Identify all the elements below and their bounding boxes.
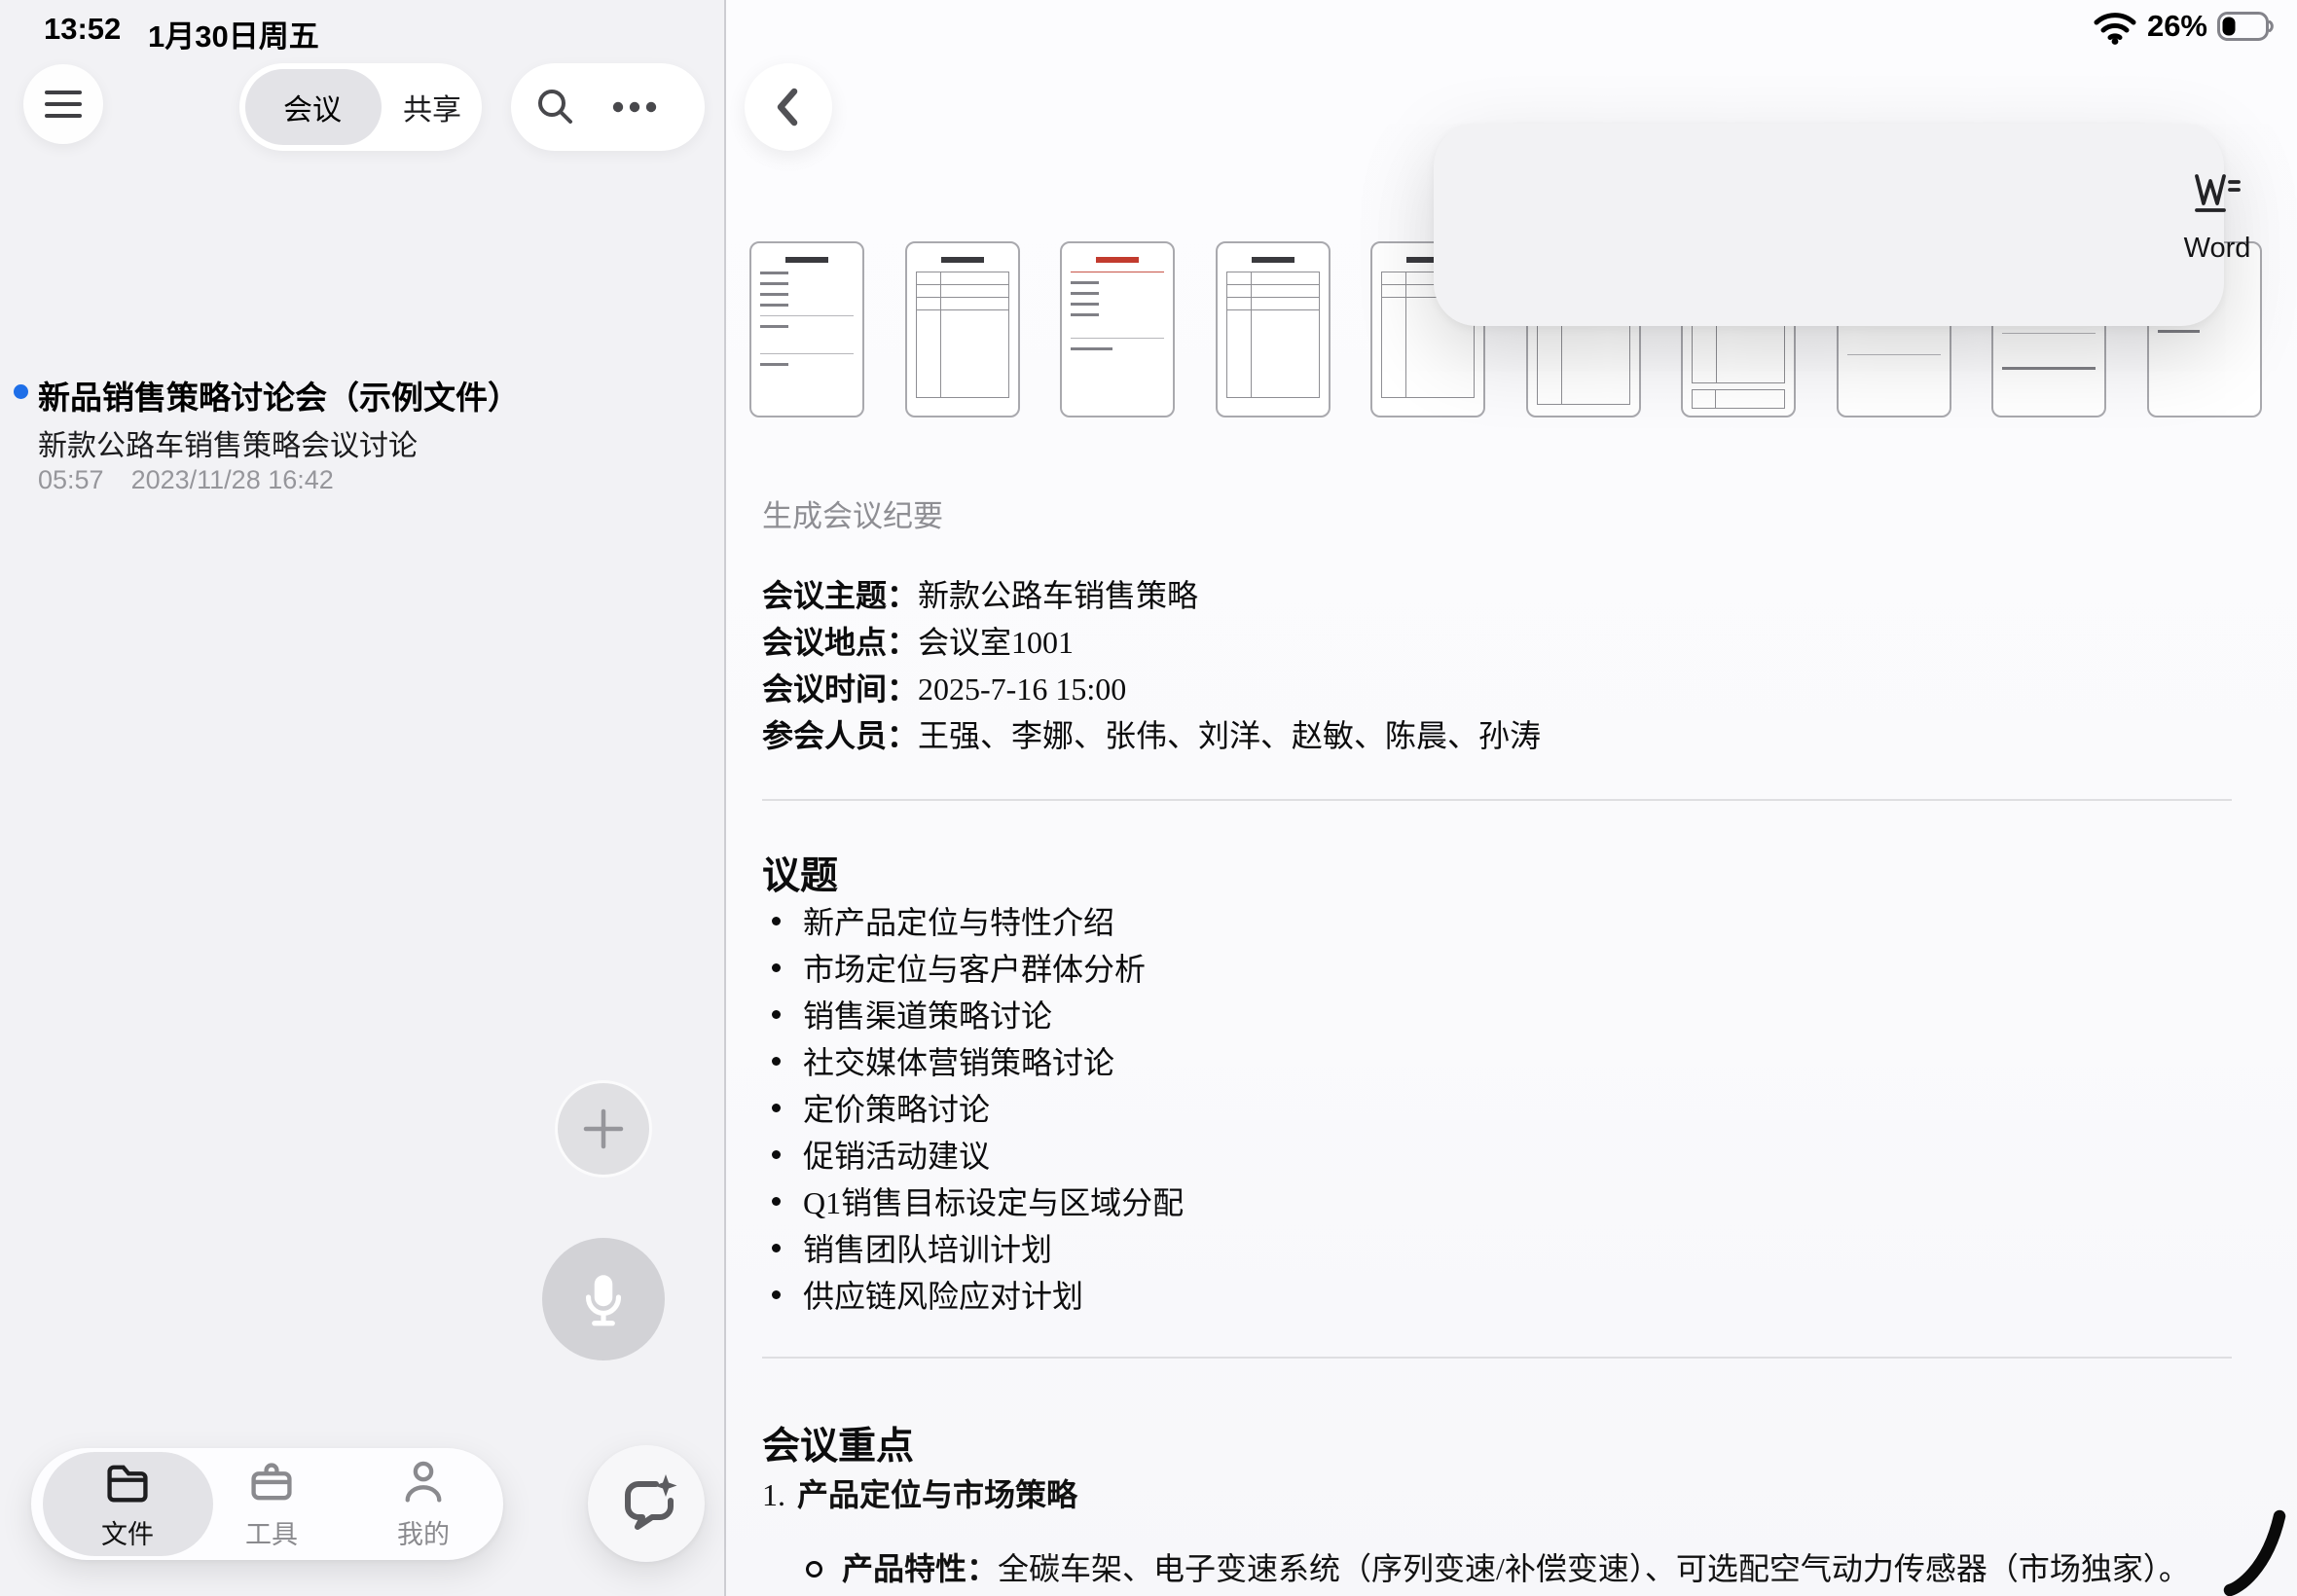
- microphone-icon: [571, 1267, 636, 1331]
- segmented-control: 会议 共享: [239, 63, 482, 151]
- detail-time-label: 会议时间：: [762, 671, 918, 707]
- detail-attendees: 参会人员：王强、李娜、张伟、刘洋、赵敏、陈晨、孙涛: [762, 712, 1541, 759]
- export-word-button[interactable]: Word: [2134, 166, 2297, 265]
- sub-item-label: 产品特性：: [842, 1551, 998, 1586]
- detail-panel: Word TXT Markdown 复制: [726, 0, 2297, 1596]
- status-date: 1月30日周五: [148, 12, 319, 55]
- bullet-dot: [772, 1197, 781, 1206]
- status-time: 13:52: [44, 12, 121, 47]
- detail-attendees-value: 王强、李娜、张伟、刘洋、赵敏、陈晨、孙涛: [918, 718, 1541, 753]
- meeting-timestamp: 2023/11/28 16:42: [131, 465, 334, 495]
- wifi-icon: [2093, 8, 2137, 45]
- add-button[interactable]: [558, 1083, 649, 1175]
- topic-item: 市场定位与客户群体分析: [762, 944, 1184, 991]
- highlight-item-1: 1.产品定位与市场策略: [762, 1471, 1077, 1518]
- detail-topic-label: 会议主题：: [762, 578, 918, 613]
- plus-icon: [581, 1106, 626, 1151]
- more-options-icon[interactable]: [612, 101, 657, 113]
- bullet-dot: [772, 963, 781, 972]
- detail-topic: 会议主题：新款公路车销售策略: [762, 572, 1541, 619]
- detail-location-label: 会议地点：: [762, 625, 918, 660]
- meeting-duration: 05:57: [38, 465, 104, 495]
- topic-text: 新产品定位与特性介绍: [803, 898, 1114, 943]
- tab-mine[interactable]: 我的: [355, 1448, 492, 1560]
- hollow-bullet-dot: [806, 1561, 822, 1578]
- topic-item: 新产品定位与特性介绍: [762, 897, 1184, 944]
- unread-dot: [14, 384, 28, 399]
- topic-text: 销售渠道策略讨论: [803, 992, 1052, 1036]
- meeting-subtitle: 新款公路车销售策略会议讨论: [38, 421, 418, 464]
- topic-item: 供应链风险应对计划: [762, 1271, 1184, 1318]
- meeting-meta: 05:57 2023/11/28 16:42: [38, 465, 334, 495]
- sub-item-value: 全碳车架、电子变速系统（序列变速/补偿变速）、可选配空气动力传感器（市场独家）。: [998, 1551, 2190, 1586]
- highlights-heading: 会议重点: [762, 1428, 914, 1466]
- search-tools-pill: [511, 63, 705, 151]
- topic-text: 市场定位与客户群体分析: [803, 945, 1146, 990]
- bullet-dot: [772, 1057, 781, 1066]
- chat-sparkle-icon: [615, 1472, 677, 1535]
- tab-mine-label: 我的: [397, 1513, 450, 1551]
- tab-meeting[interactable]: 会议: [239, 86, 385, 128]
- bullet-dot: [772, 1150, 781, 1159]
- meeting-title: 新品销售策略讨论会（示例文件）: [38, 372, 520, 418]
- detail-location-value: 会议室1001: [918, 625, 1074, 660]
- tab-shared[interactable]: 共享: [385, 86, 479, 128]
- search-icon[interactable]: [534, 86, 577, 128]
- detail-location: 会议地点：会议室1001: [762, 619, 1541, 666]
- sidebar: 13:52 1月30日周五 会议 共享 新品销售策略讨论会（示例文件） 新款公路…: [0, 0, 726, 1596]
- export-popover: Word TXT Markdown 复制: [1434, 124, 2224, 326]
- divider: [762, 799, 2232, 801]
- detail-topic-value: 新款公路车销售策略: [918, 578, 1198, 613]
- tab-files[interactable]: 文件: [59, 1448, 196, 1560]
- topic-item: Q1销售目标设定与区域分配: [762, 1178, 1184, 1224]
- topic-text: 供应链风险应对计划: [803, 1272, 1083, 1317]
- detail-time: 会议时间：2025-7-16 15:00: [762, 666, 1541, 712]
- ai-chat-button[interactable]: [588, 1445, 705, 1562]
- loading-spinner-arc: [2222, 1506, 2290, 1596]
- meeting-list-item[interactable]: 新品销售策略讨论会（示例文件） 新款公路车销售策略会议讨论 05:57 2023…: [0, 181, 724, 327]
- folder-icon: [102, 1458, 153, 1508]
- word-export-icon: [2190, 166, 2244, 221]
- divider: [762, 1357, 2232, 1359]
- bullet-dot: [772, 917, 781, 925]
- topic-item: 销售渠道策略讨论: [762, 991, 1184, 1037]
- status-right-cluster: 26%: [2093, 8, 2276, 45]
- topics-list: 新产品定位与特性介绍 市场定位与客户群体分析 销售渠道策略讨论 社交媒体营销策略…: [762, 897, 1184, 1318]
- topic-text: 促销活动建议: [803, 1132, 990, 1177]
- topic-item: 销售团队培训计划: [762, 1224, 1184, 1271]
- tab-tools[interactable]: 工具: [203, 1448, 340, 1560]
- generating-status-label: 生成会议纪要: [762, 491, 943, 535]
- topic-item: 定价策略讨论: [762, 1084, 1184, 1131]
- topic-item: 促销活动建议: [762, 1131, 1184, 1178]
- topic-text: 销售团队培训计划: [803, 1225, 1052, 1270]
- topic-text: Q1销售目标设定与区域分配: [803, 1179, 1184, 1223]
- topics-heading: 议题: [762, 857, 838, 895]
- record-button[interactable]: [542, 1238, 665, 1360]
- highlight-number: 1.: [762, 1471, 797, 1518]
- tab-files-label: 文件: [101, 1513, 154, 1551]
- highlight-title: 产品定位与市场策略: [797, 1477, 1077, 1512]
- tab-tools-label: 工具: [245, 1513, 298, 1551]
- topic-text: 社交媒体营销策略讨论: [803, 1038, 1114, 1083]
- bullet-dot: [772, 1244, 781, 1252]
- hamburger-icon: [45, 91, 82, 118]
- detail-time-value: 2025-7-16 15:00: [918, 671, 1126, 707]
- topic-text: 定价策略讨论: [803, 1085, 990, 1130]
- meeting-details: 会议主题：新款公路车销售策略 会议地点：会议室1001 会议时间：2025-7-…: [762, 572, 1541, 759]
- bullet-dot: [772, 1290, 781, 1299]
- battery-percent: 26%: [2147, 9, 2207, 44]
- battery-icon: [2217, 12, 2276, 41]
- person-icon: [398, 1458, 449, 1508]
- toolbox-icon: [246, 1458, 297, 1508]
- bullet-dot: [772, 1104, 781, 1112]
- highlight-sub-item: 产品特性：全碳车架、电子变速系统（序列变速/补偿变速）、可选配空气动力传感器（市…: [762, 1545, 2190, 1592]
- menu-button[interactable]: [23, 64, 103, 144]
- export-word-label: Word: [2184, 233, 2251, 265]
- bottom-tab-bar: 文件 工具 我的: [31, 1448, 503, 1560]
- detail-attendees-label: 参会人员：: [762, 718, 918, 753]
- bullet-dot: [772, 1010, 781, 1019]
- topic-item: 社交媒体营销策略讨论: [762, 1037, 1184, 1084]
